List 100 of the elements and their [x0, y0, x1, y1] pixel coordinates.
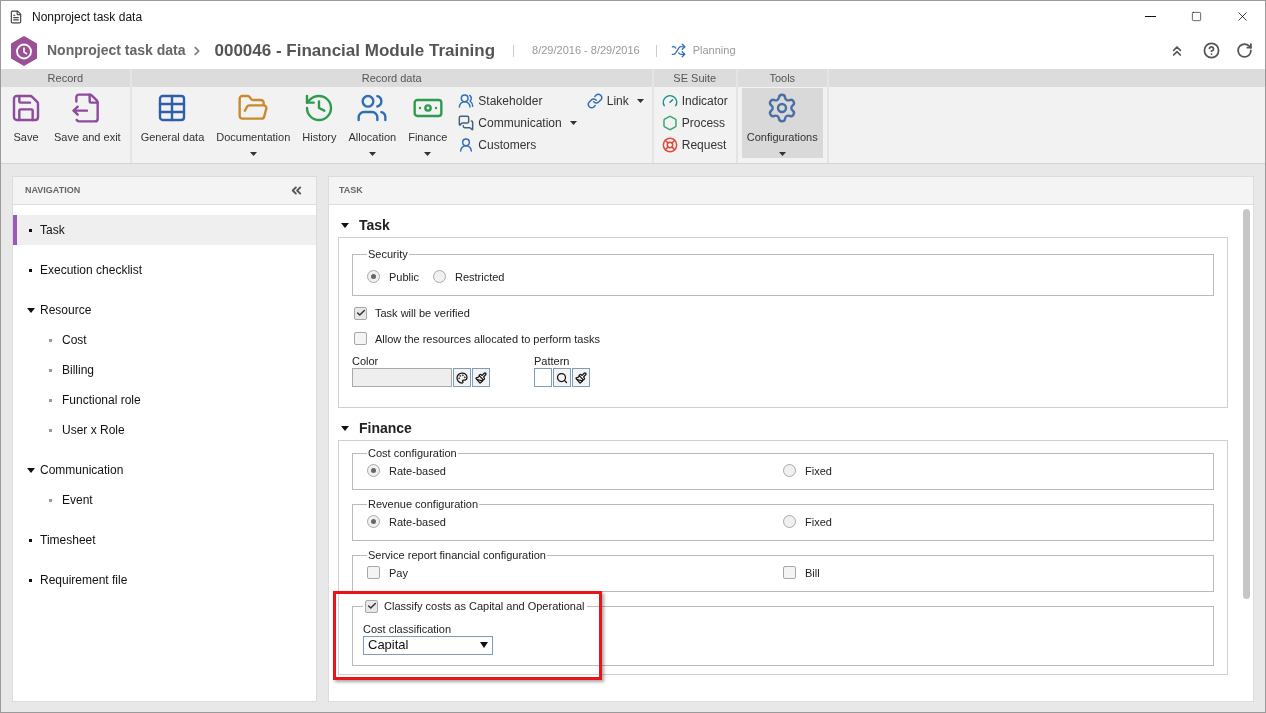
checkbox[interactable]: [365, 599, 378, 613]
user-icon: [458, 137, 475, 153]
ribbon-item[interactable]: Link: [586, 90, 648, 112]
radio-button[interactable]: [367, 464, 380, 478]
users-icon: [458, 93, 475, 109]
group-label: Cost configuration: [367, 446, 458, 461]
ribbon-group-label: Tools: [737, 69, 827, 87]
group-label: Security: [367, 247, 409, 262]
bullet-icon: [49, 398, 52, 402]
ribbon-item[interactable]: Communication: [458, 112, 581, 134]
radio-button[interactable]: [783, 515, 796, 529]
ribbon-item[interactable]: Stakeholder: [458, 90, 581, 112]
gauge-icon: [661, 93, 678, 109]
brush-icon[interactable]: [572, 368, 590, 387]
caret-icon[interactable]: [341, 425, 349, 431]
nav-item[interactable]: Functional role: [13, 385, 316, 415]
bullet-icon: [29, 538, 32, 542]
bullet-icon: [29, 578, 32, 582]
window-title: Nonproject task data: [32, 8, 143, 26]
nav-item[interactable]: Timesheet: [13, 525, 316, 555]
record-title: 000046 - Financial Module Training: [214, 39, 496, 62]
checkbox-label: Allow the resources allocated to perform tasks: [375, 331, 600, 347]
nav-item[interactable]: User x Role: [13, 415, 316, 445]
section-title: Finance: [359, 418, 412, 438]
ribbon-button[interactable]: History: [297, 88, 342, 158]
option-label: Fixed: [805, 463, 832, 479]
bullet-icon: [49, 338, 52, 342]
nav-item[interactable]: Task: [13, 215, 316, 245]
radio-button[interactable]: [367, 270, 380, 284]
ribbon-group-label: Record data: [131, 69, 652, 87]
caret-icon[interactable]: [341, 222, 349, 228]
radio-button[interactable]: [432, 270, 446, 284]
save-icon: [10, 92, 42, 124]
module-name[interactable]: Nonproject task data: [47, 40, 186, 61]
refresh-icon[interactable]: [1236, 42, 1253, 59]
caret-icon[interactable]: [27, 307, 35, 313]
ribbon-item[interactable]: Request: [661, 134, 732, 156]
brush-icon[interactable]: [472, 368, 490, 387]
ribbon-button[interactable]: Save: [5, 88, 47, 158]
users-icon: [356, 92, 389, 124]
panel-title: TASK: [339, 183, 363, 197]
option-label: Restricted: [454, 269, 505, 285]
nav-item[interactable]: Event: [13, 485, 316, 515]
checkbox[interactable]: [354, 306, 367, 320]
caret-icon[interactable]: [27, 467, 35, 473]
lifebuoy-icon: [661, 137, 678, 153]
nav-item[interactable]: Execution checklist: [13, 255, 316, 285]
ribbon-item[interactable]: Indicator: [661, 90, 732, 112]
ribbon-button[interactable]: Allocation: [343, 88, 402, 158]
checkbox[interactable]: [354, 332, 367, 346]
section-title: Task: [359, 215, 390, 235]
nav-item[interactable]: Requirement file: [13, 565, 316, 595]
checkbox[interactable]: [783, 566, 796, 580]
field-label: Pattern: [534, 355, 571, 368]
ribbon-item[interactable]: Customers: [458, 134, 581, 156]
dropdown[interactable]: Capital: [363, 635, 493, 655]
option-label: Pay: [389, 565, 408, 581]
bullet-icon: [49, 428, 52, 432]
help-icon[interactable]: [1203, 42, 1220, 59]
shuffle-icon: [670, 43, 686, 58]
group-label: Classify costs as Capital and Operational: [384, 599, 585, 614]
nav-item[interactable]: Billing: [13, 355, 316, 385]
search-icon[interactable]: [553, 368, 571, 387]
hexagon-icon: [661, 115, 678, 131]
checkbox-label: Task will be verified: [375, 306, 470, 321]
minimize-icon: [1144, 16, 1156, 17]
radio-button[interactable]: [783, 464, 796, 478]
bullet-icon: [29, 228, 32, 232]
group-label: Revenue configuration: [367, 497, 480, 512]
bullet-icon: [49, 498, 52, 502]
field-label: Cost classification: [363, 622, 453, 636]
option-label: Bill: [805, 565, 820, 581]
ribbon-button[interactable]: Save and exit: [49, 88, 126, 158]
checkbox[interactable]: [367, 566, 380, 580]
ribbon-item[interactable]: Process: [661, 112, 732, 134]
ribbon-button[interactable]: Finance: [403, 88, 453, 158]
chat-icon: [458, 115, 475, 131]
palette-icon[interactable]: [453, 368, 471, 387]
option-label: Rate-based: [389, 514, 446, 530]
ribbon-group-label: Record: [1, 69, 130, 87]
status-label: Planning: [692, 43, 736, 59]
nav-item[interactable]: Communication: [13, 455, 316, 485]
option-label: Public: [389, 269, 419, 285]
group-label: Service report financial configuration: [367, 548, 547, 563]
option-label: Rate-based: [389, 463, 446, 479]
ribbon-button[interactable]: Configurations: [741, 88, 823, 158]
ribbon-group-label: SE Suite: [653, 69, 736, 87]
maximize-icon: [1190, 11, 1202, 22]
pattern-field[interactable]: [534, 368, 552, 387]
panel-title: NAVIGATION: [25, 183, 81, 197]
color-field[interactable]: [352, 368, 452, 387]
nav-item[interactable]: Resource: [13, 295, 316, 325]
bullet-icon: [29, 268, 32, 272]
caret-icon: [480, 642, 488, 648]
ribbon-button[interactable]: General data: [135, 88, 210, 158]
collapse-icon[interactable]: [289, 183, 304, 198]
ribbon-button[interactable]: Documentation: [211, 88, 296, 158]
radio-button[interactable]: [367, 515, 380, 529]
field-label: Color: [352, 355, 380, 368]
nav-item[interactable]: Cost: [13, 325, 316, 355]
